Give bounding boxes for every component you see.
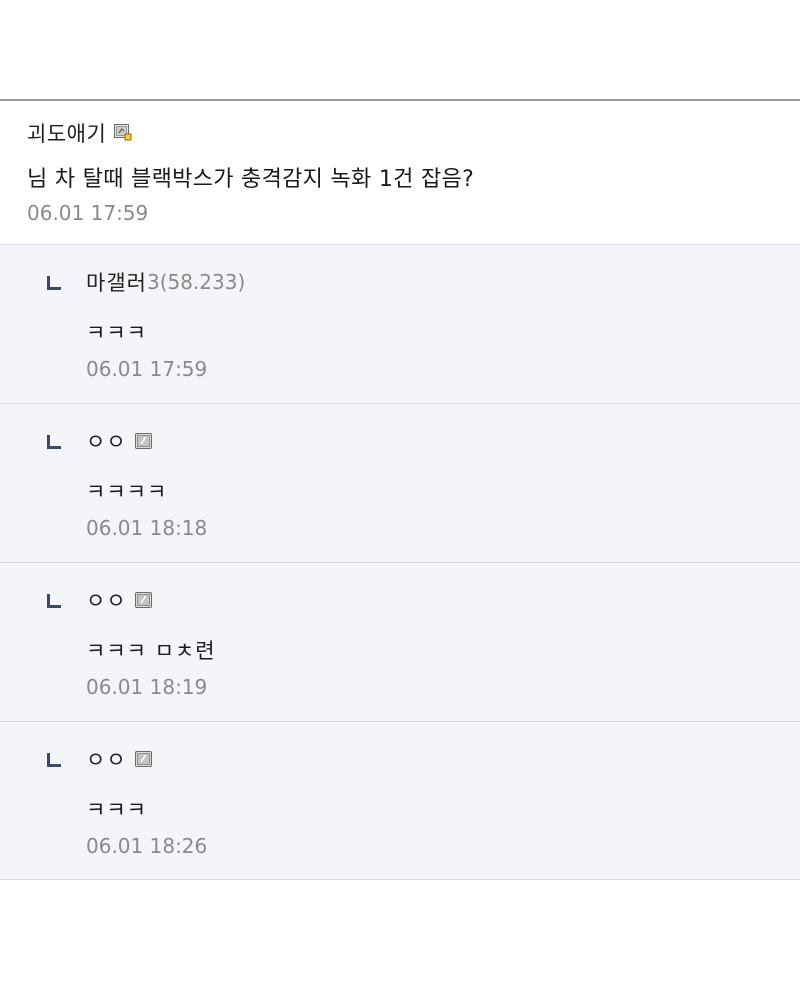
fixed-nick-icon <box>134 591 153 609</box>
post-timestamp: 06.01 17:59 <box>27 201 149 225</box>
comment-item: 마갤러 3(58.233) ㅋㅋㅋ 06.01 17:59 <box>0 245 800 404</box>
reply-arrow-icon <box>47 753 61 767</box>
comment-timestamp: 06.01 18:19 <box>86 675 208 699</box>
comment-item: ㅇㅇ ㅋㅋㅋㅋ 06.01 18:18 <box>0 404 800 563</box>
comment-author[interactable]: ㅇㅇ <box>86 426 127 456</box>
comment-author[interactable]: 마갤러 <box>86 267 147 297</box>
comment-author[interactable]: ㅇㅇ <box>86 585 127 615</box>
comment-ip: 3(58.233) <box>146 270 246 294</box>
reply-arrow-icon <box>47 276 61 290</box>
comment-body: ㅋㅋㅋㅋ <box>86 480 168 504</box>
comment-body: ㅋㅋㅋ ㅁㅊ련 <box>86 639 216 663</box>
comment-author-line: ㅇㅇ <box>86 583 153 617</box>
comment-timestamp: 06.01 18:18 <box>86 516 208 540</box>
comment-timestamp: 06.01 18:26 <box>86 834 208 858</box>
comment-author-line: ㅇㅇ <box>86 424 153 458</box>
reply-arrow-icon <box>47 594 61 608</box>
comment-body: ㅋㅋㅋ <box>86 321 147 345</box>
comment-page: 괴도애기 님 차 탈때 블랙박스가 충격감지 녹화 1건 잡음? 06.01 1… <box>0 0 800 1000</box>
post-author-line: 괴도애기 <box>27 117 800 149</box>
member-level-icon <box>114 123 132 141</box>
fixed-nick-icon <box>134 750 153 768</box>
comment-body: ㅋㅋㅋ <box>86 798 147 822</box>
post-author[interactable]: 괴도애기 <box>27 118 106 148</box>
comment-author-line: ㅇㅇ <box>86 742 153 776</box>
comment-timestamp: 06.01 17:59 <box>86 357 208 381</box>
post-body: 님 차 탈때 블랙박스가 충격감지 녹화 1건 잡음? <box>27 167 475 192</box>
original-post: 괴도애기 님 차 탈때 블랙박스가 충격감지 녹화 1건 잡음? 06.01 1… <box>0 101 800 245</box>
comment-item: ㅇㅇ ㅋㅋㅋ ㅁㅊ련 06.01 18:19 <box>0 563 800 722</box>
comment-author-line: 마갤러 3(58.233) <box>86 265 245 299</box>
comment-author[interactable]: ㅇㅇ <box>86 744 127 774</box>
fixed-nick-icon <box>134 432 153 450</box>
top-blank-area <box>0 0 800 99</box>
comment-item: ㅇㅇ ㅋㅋㅋ 06.01 18:26 <box>0 722 800 880</box>
reply-arrow-icon <box>47 435 61 449</box>
